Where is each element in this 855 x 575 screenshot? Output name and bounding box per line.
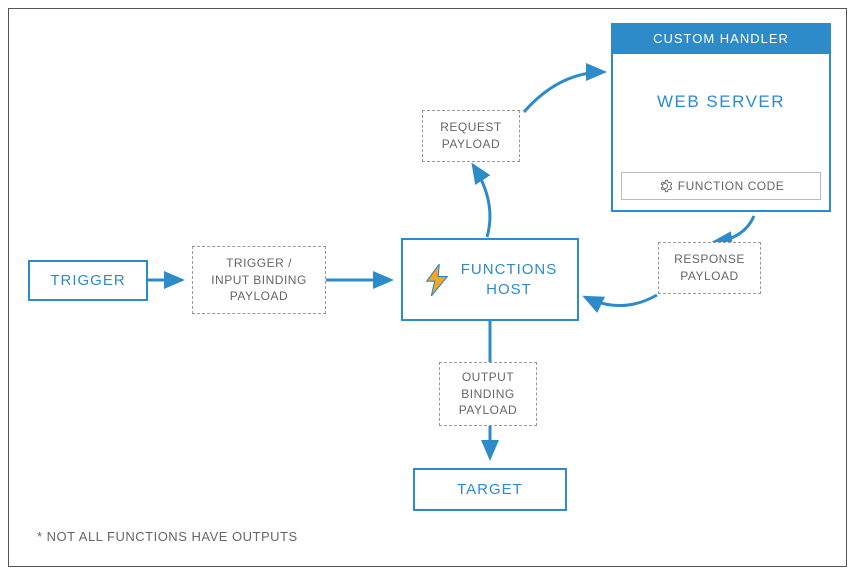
arrow-request-to-handler — [519, 67, 619, 127]
trigger-node: TRIGGER — [28, 260, 148, 301]
custom-handler-node: CUSTOM HANDLER WEB SERVER FUNCTION CODE — [611, 23, 831, 216]
diagram-frame: TRIGGER TRIGGER / INPUT BINDING PAYLOAD — [8, 8, 847, 567]
output-payload-label: OUTPUT BINDING PAYLOAD — [459, 369, 517, 419]
custom-handler-label: CUSTOM HANDLER — [653, 31, 789, 46]
target-label: TARGET — [457, 481, 523, 498]
request-payload-node: REQUEST PAYLOAD — [422, 110, 520, 162]
web-server-label: WEB SERVER — [657, 92, 785, 112]
trigger-payload-node: TRIGGER / INPUT BINDING PAYLOAD — [192, 246, 326, 314]
function-code-label: FUNCTION CODE — [678, 179, 785, 193]
line-host-to-output — [483, 321, 497, 363]
gear-icon — [658, 179, 672, 193]
functions-host-label: FUNCTIONS HOST — [461, 260, 558, 299]
arrow-response-to-host — [577, 285, 667, 325]
target-node: TARGET — [413, 468, 567, 511]
custom-handler-header: CUSTOM HANDLER — [611, 23, 831, 54]
response-payload-node: RESPONSE PAYLOAD — [658, 242, 761, 294]
arrow-host-to-request — [467, 157, 507, 247]
footnote-text: * NOT ALL FUNCTIONS HAVE OUTPUTS — [37, 529, 298, 544]
custom-handler-body: WEB SERVER FUNCTION CODE — [611, 54, 831, 212]
request-payload-label: REQUEST PAYLOAD — [440, 119, 502, 153]
arrow-trigger-to-payload — [148, 270, 192, 290]
output-payload-node: OUTPUT BINDING PAYLOAD — [439, 362, 537, 426]
trigger-payload-label: TRIGGER / INPUT BINDING PAYLOAD — [211, 255, 307, 305]
function-code-box: FUNCTION CODE — [621, 172, 821, 200]
arrow-payload-to-host — [326, 270, 401, 290]
functions-host-node: FUNCTIONS HOST — [401, 238, 579, 321]
lightning-icon — [423, 264, 451, 296]
arrow-output-to-target — [480, 426, 500, 468]
trigger-label: TRIGGER — [50, 272, 125, 289]
response-payload-label: RESPONSE PAYLOAD — [674, 251, 745, 285]
